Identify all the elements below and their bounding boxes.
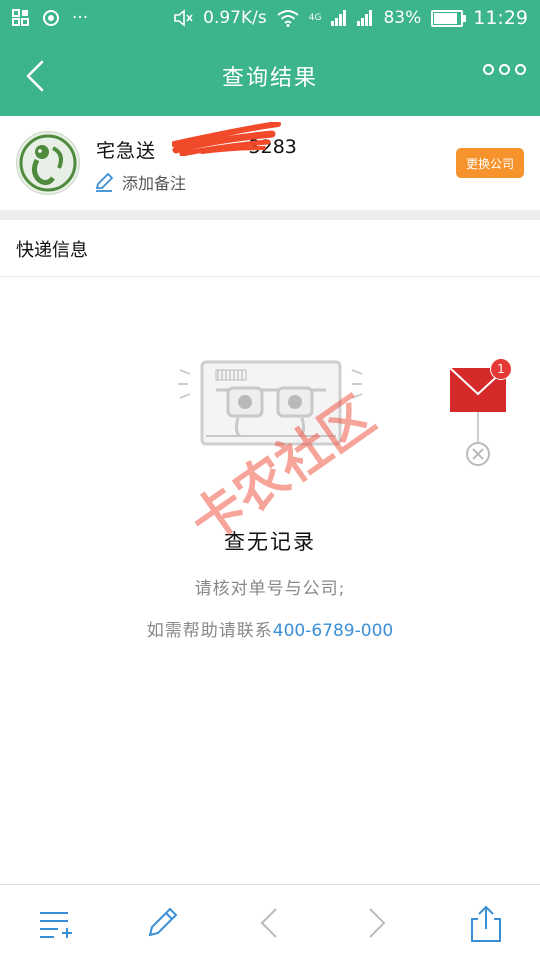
empty-title: 查无记录	[224, 530, 316, 554]
mute-icon	[174, 9, 193, 27]
status-left: ···	[12, 8, 88, 28]
status-bar: ··· 0.97K/s 4G 83% 11:29	[0, 0, 540, 36]
add-remark-label: 添加备注	[122, 174, 187, 193]
redaction-scribble	[172, 122, 281, 156]
signal-icon-2	[357, 10, 373, 26]
pencil-icon	[95, 172, 114, 192]
monkey-logo-icon	[19, 134, 77, 192]
page-title: 查询结果	[221, 66, 318, 91]
battery-percent: 83%	[383, 8, 422, 28]
battery-icon	[431, 9, 467, 27]
clock: 11:29	[473, 7, 528, 29]
share-icon[interactable]	[466, 903, 506, 943]
mail-badge: 1	[490, 358, 512, 380]
signal-icon-1	[331, 10, 347, 26]
no-record-illustration-icon	[178, 360, 363, 446]
nav-bar: 查询结果	[0, 36, 540, 116]
section-divider	[0, 210, 540, 220]
courier-name: 宅急送	[96, 140, 157, 162]
wifi-icon	[277, 10, 299, 27]
list-add-icon[interactable]	[34, 903, 74, 943]
help-phone-link[interactable]: 400-6789-000	[273, 621, 393, 641]
section-header: 快递信息	[0, 220, 540, 277]
courier-logo	[16, 131, 80, 195]
more-dots-icon[interactable]	[483, 64, 526, 75]
network-type-1: 4G	[308, 13, 322, 23]
change-company-button[interactable]: 更换公司	[456, 148, 524, 178]
edit-pencil-icon[interactable]	[142, 903, 182, 943]
bottom-toolbar	[0, 884, 540, 961]
empty-hint: 请核对单号与公司;	[194, 579, 346, 599]
section-title: 快递信息	[16, 240, 88, 261]
status-right: 0.97K/s 4G 83% 11:29	[173, 7, 528, 29]
record-icon	[43, 10, 59, 26]
notification-grid-icon	[12, 9, 29, 26]
prev-arrow-icon[interactable]	[250, 903, 290, 943]
empty-help: 如需帮助请联系400-6789-000	[0, 616, 540, 641]
add-remark[interactable]: 添加备注	[94, 170, 186, 194]
help-prefix: 如需帮助请联系	[146, 621, 273, 641]
more-notifications-icon: ···	[72, 8, 89, 28]
network-speed: 0.97K/s	[203, 8, 267, 28]
next-arrow-icon[interactable]	[356, 903, 396, 943]
